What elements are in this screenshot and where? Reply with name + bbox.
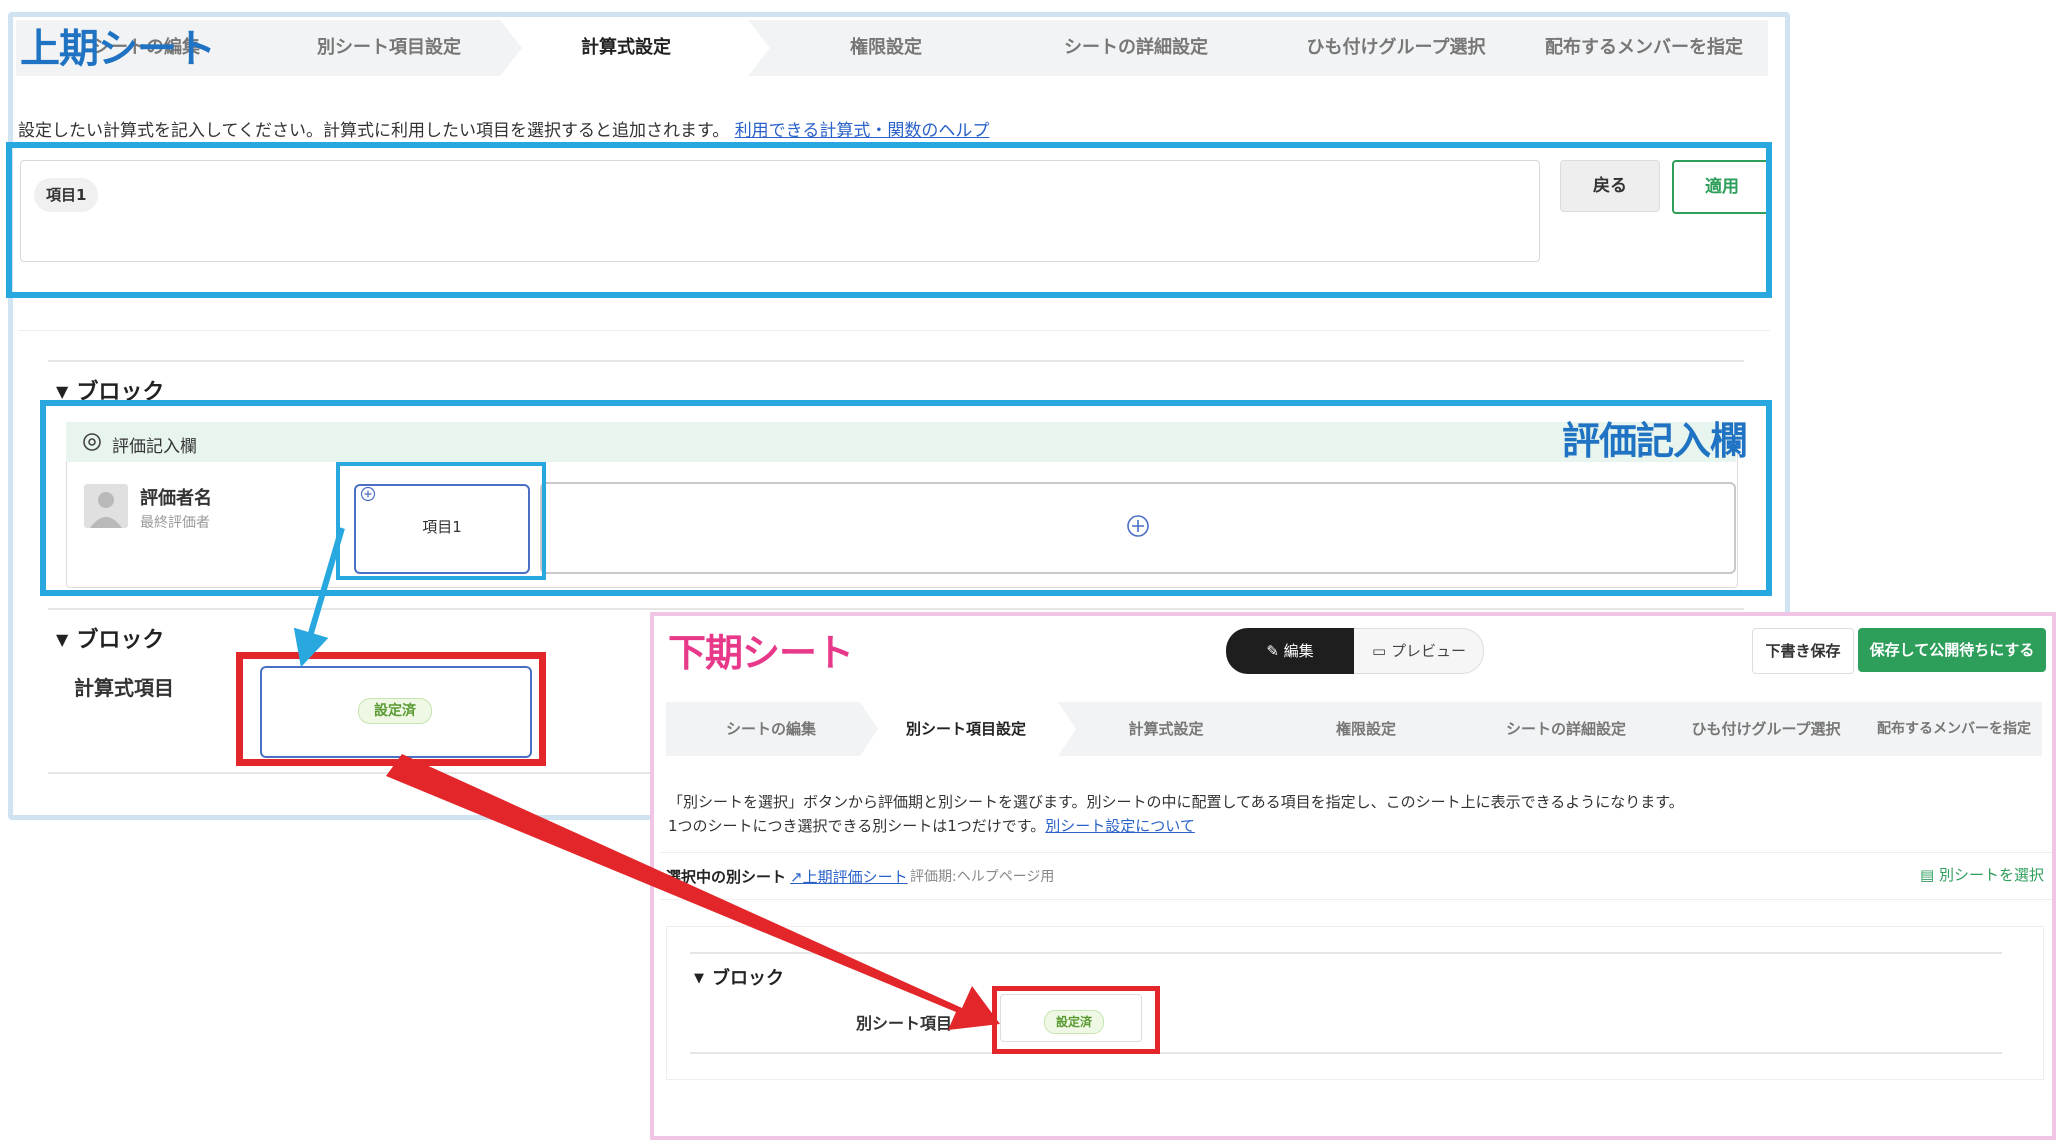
red-arrow — [386, 754, 1000, 1030]
blue-arrow — [293, 527, 345, 668]
annotation-arrows — [293, 527, 1000, 1030]
